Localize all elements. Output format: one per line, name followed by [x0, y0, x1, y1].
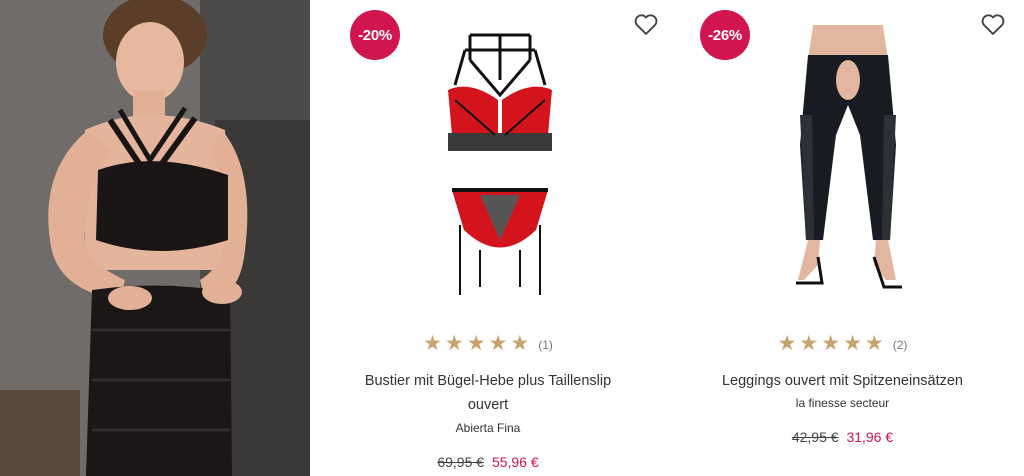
discount-badge: -20% [350, 10, 400, 60]
product-card[interactable]: -26% ★ ★ ★ ★ ★ (2) Leggings ouvert mit S… [680, 0, 1005, 476]
product-image[interactable] [440, 25, 560, 305]
star-rating: ★ ★ ★ ★ ★ (2) [680, 333, 1005, 354]
promo-banner-image[interactable] [0, 0, 310, 476]
old-price: 69,95 € [437, 454, 485, 470]
product-brand: Abierta Fina [455, 421, 521, 435]
star-rating: ★ ★ ★ ★ ★ (1) [330, 333, 646, 354]
star-icon: ★ [466, 332, 486, 355]
product-card[interactable]: -20% ★ ★ ★ ★ ★ (1) Bustier mit Bügel-Heb… [330, 0, 658, 476]
price-block: 69,95 € 55,96 € [330, 454, 646, 470]
star-icon: ★ [488, 332, 508, 355]
sale-price: 31,96 € [846, 429, 894, 445]
product-title[interactable]: Leggings ouvert mit Spitzeneinsätzen [680, 369, 1005, 393]
heart-outline-icon[interactable] [632, 10, 660, 38]
star-icon: ★ [821, 332, 841, 355]
star-icon: ★ [864, 332, 884, 355]
model-photo [0, 0, 310, 476]
discount-badge: -26% [700, 10, 750, 60]
rating-count: (2) [892, 338, 908, 352]
price-block: 42,95 € 31,96 € [680, 429, 1005, 445]
product-brand: la finesse secteur [795, 396, 890, 410]
star-icon: ★ [799, 332, 819, 355]
star-icon: ★ [423, 332, 442, 355]
heart-outline-icon[interactable] [979, 10, 1007, 38]
star-icon: ★ [444, 332, 464, 355]
star-icon: ★ [777, 332, 797, 355]
product-image[interactable] [778, 25, 918, 300]
star-icon: ★ [843, 332, 862, 355]
star-icon: ★ [510, 332, 530, 355]
sale-price: 55,96 € [491, 454, 539, 470]
rating-count: (1) [538, 338, 553, 352]
product-title[interactable]: Bustier mit Bügel-Hebe plus Taillenslip … [330, 369, 646, 417]
old-price: 42,95 € [791, 429, 839, 445]
